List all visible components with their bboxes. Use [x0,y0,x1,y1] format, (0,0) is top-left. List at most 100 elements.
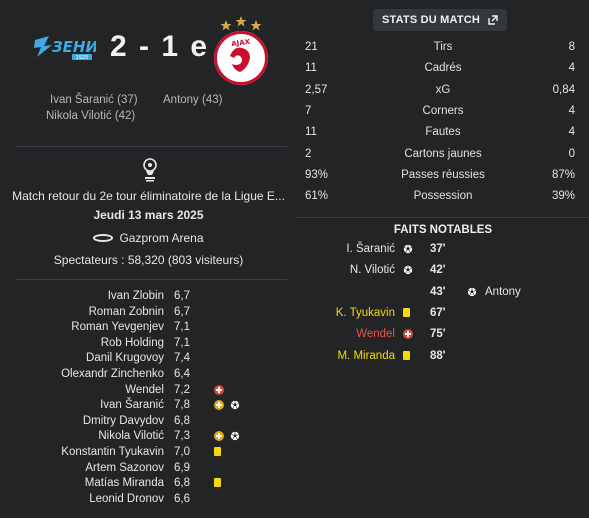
yellow-card-icon [214,478,221,488]
lineup-row[interactable]: Leonid Dronov 6,6 [0,493,297,509]
expand-icon [488,15,498,25]
goal-ball-icon [467,286,477,297]
event-minute: 42' [430,264,446,277]
substitution-off-icon [403,329,413,340]
stat-away-value: 4 [568,126,575,139]
stats-panel: STATS DU MATCH Tirs 21 8 Cadrés 11 4 xG 2,57 0,8… [297,0,589,518]
player-name[interactable]: Ivan Šaranić [100,399,164,411]
event-player[interactable]: Antony [485,286,521,298]
stadium[interactable]: Gazprom Arena [0,231,297,245]
player-name[interactable]: Roman Zobnin [89,306,164,318]
uefa-europa-league-icon [143,158,157,182]
player-events [214,384,224,395]
stat-home-value: 11 [305,126,317,139]
lineup-row[interactable]: Roman Zobnin 6,7 [0,306,297,322]
lineup-row[interactable]: Roman Yevgenjev 7,1 [0,321,297,337]
away-scorer-1: Antony (43) [163,94,223,106]
player-events [214,400,240,411]
faits-notables-title: FAITS NOTABLES [393,224,493,236]
player-rating: 6,4 [174,368,190,380]
goal-ball-icon [230,400,240,410]
player-name[interactable]: Dmitry Davydov [83,415,164,427]
home-scorer-1: Ivan Šaranić (37) [50,94,138,106]
event-minute: 67' [430,306,446,319]
goal-ball-icon [230,431,240,442]
stat-label: Corners [422,104,464,117]
faits-row[interactable]: K. Tyukavin 67' [297,305,589,325]
player-name[interactable]: Olexandr Zinchenko [61,368,164,380]
divider [297,217,589,218]
player-events [214,431,240,442]
match-summary-panel: ЗЕНИТ 1925 2 - 1 e AJAX Ivan Šaranić (37… [0,0,297,518]
zenit-logo[interactable]: ЗЕНИТ 1925 [32,32,96,62]
player-rating: 7,1 [174,321,190,334]
faits-row[interactable]: 43' Antony [297,284,589,304]
stat-row: Cadrés 11 4 [297,58,589,79]
stat-row: Tirs 21 8 [297,37,589,58]
lineup-row[interactable]: Artem Sazonov 6,9 [0,462,297,478]
player-rating: 7,3 [174,430,190,443]
event-icon-wrap [467,286,477,300]
lineup-row[interactable]: Wendel 7,2 [0,384,297,400]
player-name[interactable]: Rob Holding [101,337,164,349]
goal-ball-icon [403,244,413,254]
stat-away-value: 87% [551,168,575,181]
stat-away-value: 8 [568,41,575,53]
competition-name: Match retour du 2e tour éliminatoire de … [12,189,285,203]
stat-home-value: 61% [305,190,329,203]
yellow-card-icon [403,307,410,317]
event-player[interactable]: Wendel [356,328,395,340]
match-stats-button[interactable]: STATS DU MATCH [373,9,507,31]
lineup-row[interactable]: Ivan Šaranić 7,8 [0,399,297,415]
stadium-name: Gazprom Arena [119,231,204,245]
event-icon-wrap [403,265,413,278]
player-name[interactable]: Leonid Dronov [89,493,164,505]
player-name[interactable]: Artem Sazonov [85,462,164,474]
player-events [214,447,221,456]
event-player[interactable]: I. Šaranić [346,243,395,255]
player-rating: 7,1 [174,336,190,349]
player-rating: 7,8 [174,399,190,412]
player-name[interactable]: Konstantin Tyukavin [61,446,164,458]
match-score: 2 - 1 e [110,30,210,63]
lineup-row[interactable]: Dmitry Davydov 6,8 [0,415,297,431]
event-player[interactable]: N. Vilotić [350,264,395,276]
stat-away-value: 39% [551,190,575,203]
event-icon-wrap [403,350,410,363]
lineup-row[interactable]: Konstantin Tyukavin 7,0 [0,446,297,462]
yellow-card-icon [214,447,221,456]
lineup-row[interactable]: Nikola Vilotić 7,3 [0,430,297,446]
faits-row[interactable]: Wendel 75' [297,326,589,346]
stat-away-value: 0,84 [552,83,575,96]
faits-row[interactable]: N. Vilotić 42' [297,262,589,282]
event-player[interactable]: K. Tyukavin [336,307,395,319]
faits-row[interactable]: I. Šaranić 37' [297,241,589,261]
player-rating: 7,2 [174,383,190,396]
player-name[interactable]: Matías Miranda [85,477,164,489]
player-name[interactable]: Ivan Zlobin [108,290,164,302]
divider [16,279,287,280]
stat-label: Cartons jaunes [404,147,482,160]
player-name[interactable]: Danil Krugovoy [86,352,164,364]
stat-label: xG [435,83,451,96]
attendance: Spectateurs : 58,320 (803 visiteurs) [53,253,244,267]
stat-label: Possession [413,190,473,203]
home-scorer-2: Nikola Vilotić (42) [46,110,136,122]
lineup-row[interactable]: Matías Miranda 6,8 [0,477,297,493]
player-name[interactable]: Wendel [125,384,164,396]
stat-away-value: 0 [568,147,575,160]
lineup-row[interactable]: Olexandr Zinchenko 6,4 [0,368,297,384]
svg-text:ЗЕНИТ: ЗЕНИТ [52,38,96,56]
stat-row: Corners 7 4 [297,101,589,122]
faits-row[interactable]: M. Miranda 88' [297,348,589,368]
lineup-row[interactable]: Rob Holding 7,1 [0,337,297,353]
lineup-row[interactable]: Danil Krugovoy 7,4 [0,352,297,368]
player-rating: 6,7 [174,305,190,318]
event-player[interactable]: M. Miranda [337,350,395,362]
player-name[interactable]: Nikola Vilotić [98,430,164,442]
stat-row: Cartons jaunes 2 0 [297,144,589,165]
ajax-logo[interactable]: AJAX [210,14,272,86]
substitution-on-icon [214,431,224,442]
player-name[interactable]: Roman Yevgenjev [71,321,164,333]
lineup-row[interactable]: Ivan Zlobin 6,7 [0,290,297,306]
